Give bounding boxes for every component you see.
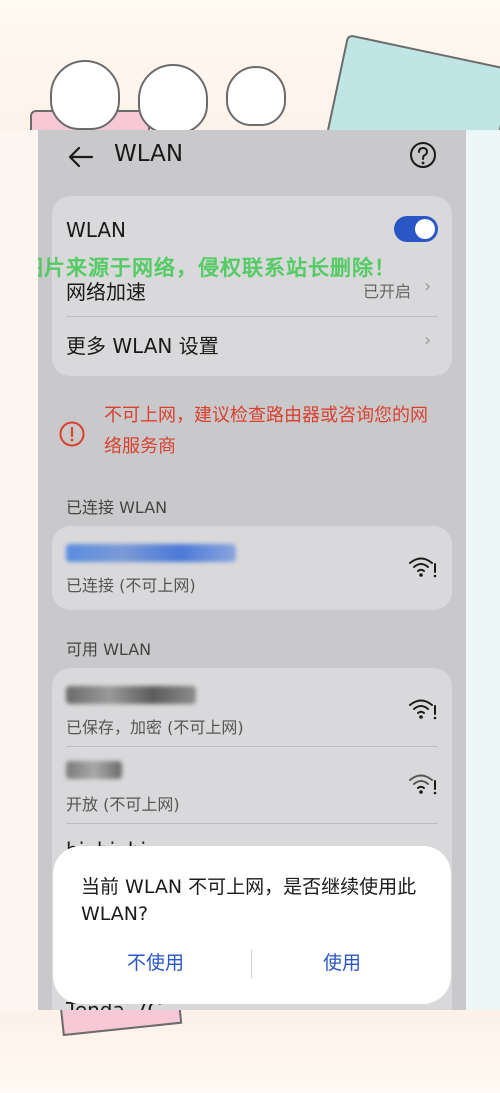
background-right xyxy=(466,130,500,1010)
watermark-text: 图片来源于网络，侵权联系站长删除！ xyxy=(38,256,396,280)
decor-bear-icon xyxy=(138,64,208,134)
connected-network-item[interactable]: 已连接 (不可上网) xyxy=(52,526,452,610)
chevron-right-icon: › xyxy=(424,276,432,297)
available-network-item[interactable]: 开放 (不可上网) xyxy=(52,747,452,823)
app-header: WLAN xyxy=(38,130,466,186)
warning-message: 不可上网，建议检查路由器或咨询您的网络服务商 xyxy=(104,405,428,457)
wlan-toggle-switch[interactable] xyxy=(394,216,438,242)
back-arrow-icon[interactable] xyxy=(66,142,96,172)
decor-rabbit-icon xyxy=(226,66,286,126)
available-wlan-header: 可用 WLAN xyxy=(66,640,152,659)
more-wlan-settings-row[interactable]: 更多 WLAN 设置 › xyxy=(52,318,452,374)
wlan-settings-card: WLAN 网络加速 已开启 › 更多 WLAN 设置 › xyxy=(52,196,452,376)
network-status: 开放 (不可上网) xyxy=(66,795,180,814)
dont-use-button[interactable]: 不使用 xyxy=(127,948,184,975)
wifi-warning-icon xyxy=(409,557,437,578)
network-status: 已连接 (不可上网) xyxy=(66,576,196,595)
dialog-message: 当前 WLAN 不可上网，是否继续使用此 WLAN? xyxy=(81,876,417,925)
network-status: 已保存，加密 (不可上网) xyxy=(66,718,244,737)
chevron-right-icon: › xyxy=(424,330,432,351)
network-name-redacted xyxy=(66,761,122,779)
network-name-redacted xyxy=(66,686,196,704)
available-network-item[interactable]: 已保存，加密 (不可上网) xyxy=(52,668,452,746)
connected-wlan-header: 已连接 WLAN xyxy=(66,498,168,517)
help-icon[interactable] xyxy=(408,140,438,170)
background-left xyxy=(0,130,38,1010)
more-wlan-settings-label: 更多 WLAN 设置 xyxy=(66,334,219,358)
warning-icon xyxy=(59,421,85,447)
no-internet-dialog: 当前 WLAN 不可上网，是否继续使用此 WLAN? 不使用 使用 xyxy=(53,846,451,1004)
network-name-redacted xyxy=(66,544,236,562)
wifi-warning-icon xyxy=(409,774,437,795)
divider xyxy=(66,316,438,317)
use-button[interactable]: 使用 xyxy=(323,948,361,975)
toggle-knob xyxy=(415,219,435,239)
dialog-button-separator xyxy=(251,950,252,978)
wlan-label: WLAN xyxy=(66,218,127,242)
page-title: WLAN xyxy=(114,141,184,167)
decor-bunny-icon xyxy=(50,60,120,130)
wifi-warning-icon xyxy=(409,699,437,720)
